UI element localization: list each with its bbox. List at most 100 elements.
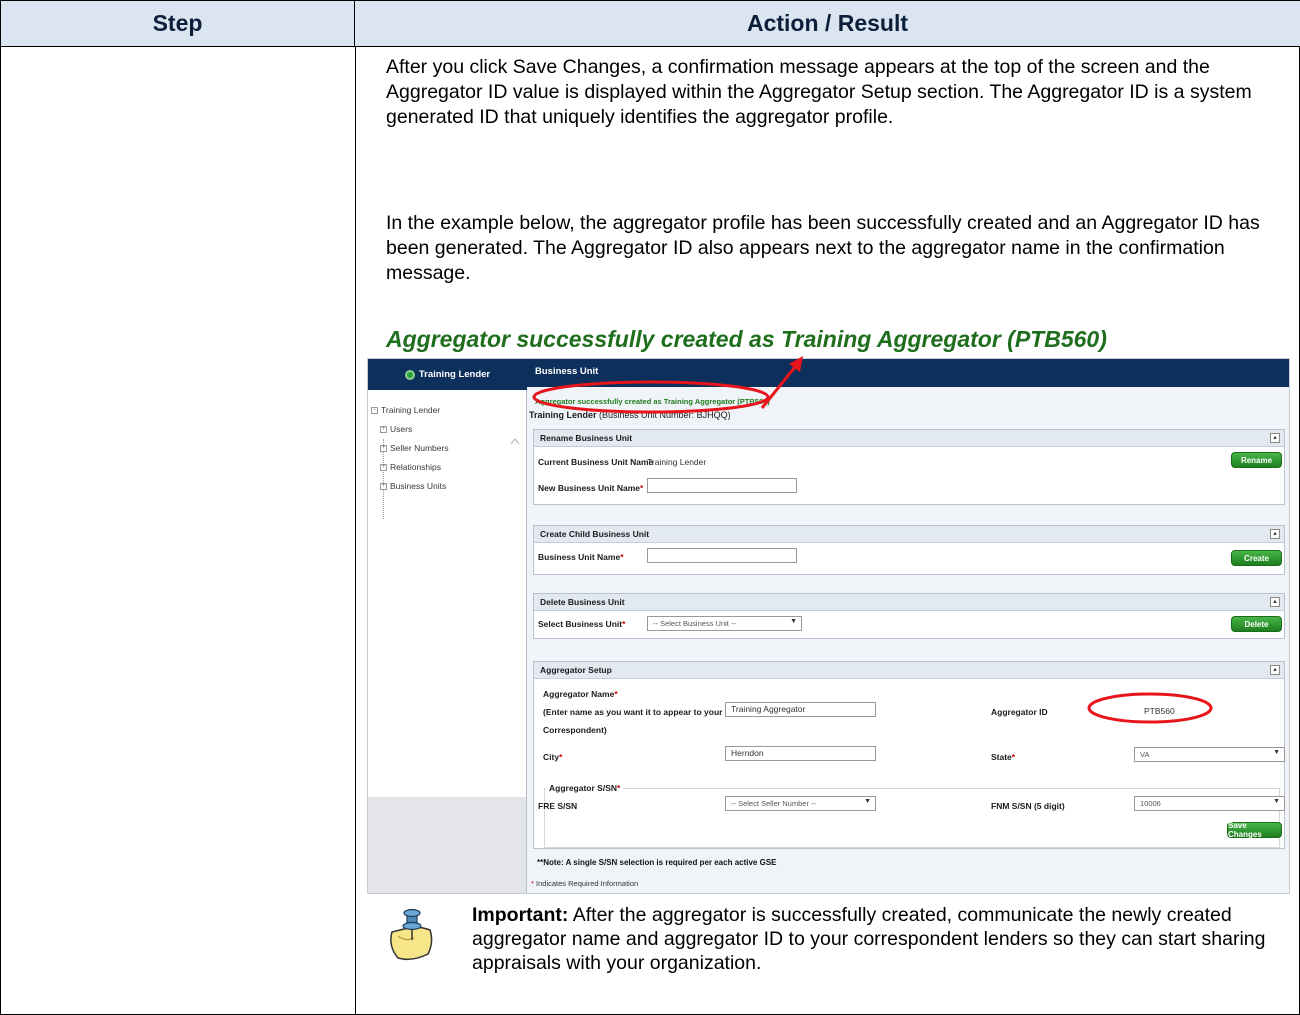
column-divider <box>355 47 356 1015</box>
select-unit-dropdown[interactable]: -- Select Business Unit -- ▼ <box>647 616 802 631</box>
figure-caption: Aggregator successfully created as Train… <box>386 326 1107 352</box>
new-name-label-text: New Business Unit Name <box>538 483 641 493</box>
fnm-ssn-value: 10006 <box>1140 799 1161 808</box>
rename-panel: Rename Business Unit ▲ Current Business … <box>533 429 1285 505</box>
business-unit-line: Training Lender (Business Unit Number: B… <box>529 410 731 420</box>
action-column-header: Action / Result <box>355 1 1300 47</box>
state-dropdown[interactable]: VA ▼ <box>1134 747 1285 762</box>
fre-ssn-value: -- Select Seller Number -- <box>731 799 817 808</box>
state-value: VA <box>1140 750 1150 759</box>
aggregator-name-input[interactable]: Training Aggregator <box>725 702 876 717</box>
aggregator-name-label-text: Aggregator Name <box>543 689 615 699</box>
child-name-label-text: Business Unit Name <box>538 552 621 562</box>
new-name-label: New Business Unit Name* <box>538 483 643 493</box>
fnm-ssn-dropdown[interactable]: 10006 ▼ <box>1134 796 1285 811</box>
example-paragraph: In the example below, the aggregator pro… <box>386 212 1260 284</box>
navigation-tree: − Training Lender + Users + Seller Numbe… <box>368 390 527 827</box>
new-name-input[interactable] <box>647 478 797 493</box>
state-label: State* <box>991 752 1015 762</box>
state-label-text: State <box>991 752 1012 762</box>
delete-panel-header: Delete Business Unit ▲ <box>534 594 1284 611</box>
collapse-icon[interactable]: ▲ <box>1270 597 1280 607</box>
tree-item-relationships[interactable]: + Relationships <box>380 462 441 472</box>
tree-item-seller-numbers[interactable]: + Seller Numbers <box>380 443 449 453</box>
rename-panel-title: Rename Business Unit <box>540 433 633 443</box>
main-header: Business Unit <box>527 359 1289 387</box>
confirmation-message: Aggregator successfully created as Train… <box>535 397 770 406</box>
tree-root-label: Training Lender <box>381 405 441 415</box>
expand-icon[interactable]: + <box>380 425 387 433</box>
important-label: Important: <box>472 904 569 926</box>
collapse-icon[interactable]: ▲ <box>1270 433 1280 443</box>
select-unit-label-text: Select Business Unit <box>538 619 623 629</box>
collapse-icon[interactable]: ▲ <box>1270 529 1280 539</box>
aggregator-name-hint: (Enter name as you want it to appear to … <box>543 707 723 717</box>
expand-icon[interactable]: + <box>380 463 387 471</box>
delete-panel-title: Delete Business Unit <box>540 597 625 607</box>
delete-button[interactable]: Delete <box>1231 616 1282 632</box>
chevron-down-icon: ▼ <box>790 618 797 625</box>
tree-item-users[interactable]: + Users <box>380 424 412 434</box>
tree-item-business-units[interactable]: + Business Units <box>380 481 446 491</box>
current-name-value: Training Lender <box>647 457 707 467</box>
important-note: Important: After the aggregator is succe… <box>472 903 1292 975</box>
chevron-down-icon: ▼ <box>1273 798 1280 805</box>
ssn-legend-text: Aggregator S/SN <box>549 783 618 793</box>
result-paragraph: After you click Save Changes, a confirma… <box>386 56 1252 128</box>
expand-icon[interactable]: + <box>380 482 387 490</box>
step-column-header: Step <box>1 1 355 47</box>
create-panel-title: Create Child Business Unit <box>540 529 650 539</box>
required-marker: * <box>617 783 621 793</box>
create-panel-header: Create Child Business Unit ▲ <box>534 526 1284 543</box>
child-name-label: Business Unit Name* <box>538 552 624 562</box>
aggregator-id-value: PTB560 <box>1144 706 1175 716</box>
aggregator-id-label: Aggregator ID <box>991 707 1048 717</box>
business-unit-name: Training Lender <box>529 410 597 420</box>
required-marker: * <box>559 752 563 762</box>
tree-item-label: Business Units <box>390 481 447 491</box>
left-panel-title: Training Lender <box>418 369 491 380</box>
tree-vertical-scrollbar[interactable] <box>509 436 521 808</box>
required-marker: * <box>620 552 624 562</box>
city-label: City* <box>543 752 562 762</box>
tree-item-label: Relationships <box>390 462 442 472</box>
aggregator-name-hint-2: Correspondent) <box>543 725 607 735</box>
ssn-legend: Aggregator S/SN* <box>546 783 624 793</box>
rename-button[interactable]: Rename <box>1231 452 1282 468</box>
gse-note: **Note: A single S/SN selection is requi… <box>537 858 777 867</box>
required-marker: * <box>614 689 618 699</box>
chevron-down-icon: ▼ <box>1273 749 1280 756</box>
city-label-text: City <box>543 752 560 762</box>
current-name-label: Current Business Unit Name <box>538 457 654 467</box>
save-changes-button[interactable]: Save Changes <box>1227 821 1282 839</box>
expand-icon[interactable]: + <box>380 444 387 452</box>
select-unit-label: Select Business Unit* <box>538 619 625 629</box>
left-panel-header: Training Lender <box>368 359 527 390</box>
chevron-down-icon: ▼ <box>864 798 871 805</box>
business-unit-number: (Business Unit Number: BJHQQ) <box>599 410 731 420</box>
select-unit-value: -- Select Business Unit -- <box>653 619 736 628</box>
create-button[interactable]: Create <box>1231 550 1282 566</box>
collapse-icon[interactable]: ▲ <box>1270 665 1280 675</box>
fre-ssn-label: FRE S/SN <box>538 801 578 811</box>
child-name-input[interactable] <box>647 548 797 563</box>
left-panel-footer <box>368 797 527 893</box>
fnm-ssn-label: FNM S/SN (5 digit) <box>991 801 1065 811</box>
required-marker: * <box>531 879 534 888</box>
aggregator-name-label: Aggregator Name* <box>543 689 618 699</box>
delete-panel: Delete Business Unit ▲ Select Business U… <box>533 593 1285 639</box>
pushpin-note-icon <box>390 908 433 961</box>
tree-root[interactable]: − Training Lender <box>371 405 440 415</box>
required-marker: * <box>622 619 626 629</box>
required-marker: * <box>640 483 644 493</box>
rename-panel-header: Rename Business Unit ▲ <box>534 430 1284 447</box>
required-marker: * <box>1011 752 1016 762</box>
fre-ssn-dropdown[interactable]: -- Select Seller Number -- ▼ <box>725 796 876 811</box>
app-screenshot: Training Lender − Training Lender + User… <box>367 358 1290 894</box>
collapse-icon[interactable]: − <box>371 406 378 414</box>
aggregator-panel-title: Aggregator Setup <box>540 665 612 675</box>
city-input[interactable]: Herndon <box>725 746 876 761</box>
aggregator-setup-panel: Aggregator Setup ▲ Aggregator Name* (Ent… <box>533 661 1285 849</box>
important-text: After the aggregator is successfully cre… <box>472 904 1266 974</box>
required-info-text: Indicates Required Information <box>536 879 639 888</box>
